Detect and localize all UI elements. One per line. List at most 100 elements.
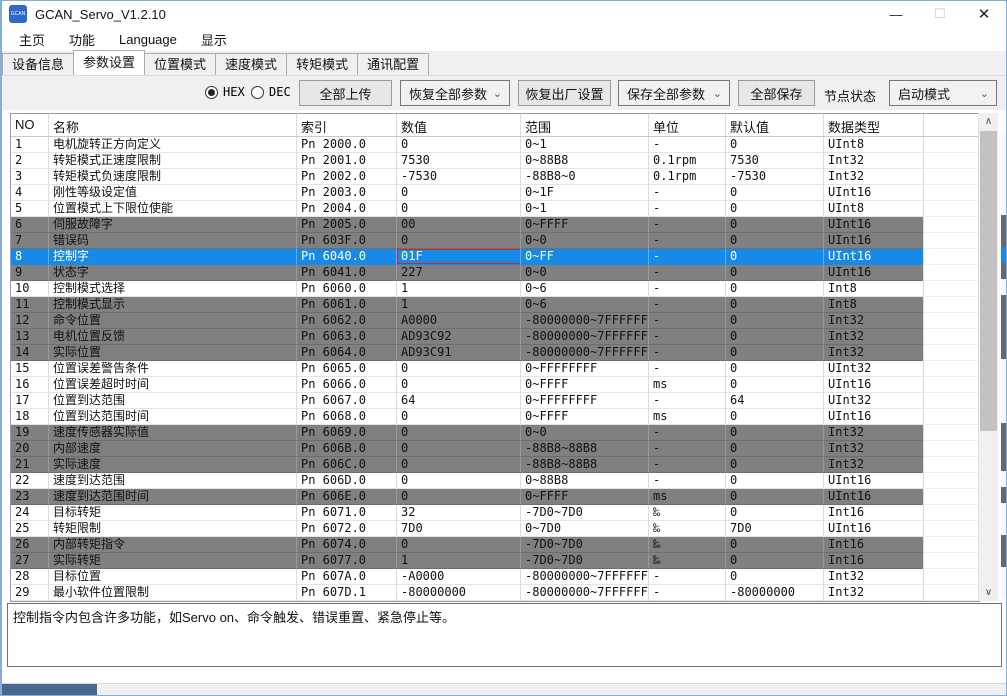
cell-name[interactable]: 转矩模式负速度限制 xyxy=(48,169,296,185)
table-row[interactable]: 17 位置到达范围 Pn 6067.0 64 0~FFFFFFFF - 64 U… xyxy=(11,393,979,409)
cell-value[interactable]: 0 xyxy=(396,185,520,201)
cell-name[interactable]: 伺服故障字 xyxy=(48,217,296,233)
cell-name[interactable]: 位置到达范围时间 xyxy=(48,409,296,425)
cell-value[interactable]: 0 xyxy=(396,377,520,393)
table-row[interactable]: 22 速度到达范围 Pn 606D.0 0 0~88B8 - 0 UInt16 xyxy=(11,473,979,489)
cell-default[interactable]: 0 xyxy=(725,297,823,313)
cell-unit[interactable]: - xyxy=(648,217,725,233)
cell-value[interactable]: 1 xyxy=(396,297,520,313)
cell-name[interactable]: 电机旋转正方向定义 xyxy=(48,137,296,153)
table-row[interactable]: 25 转矩限制 Pn 6072.0 7D0 0~7D0 ‰ 7D0 UInt16 xyxy=(11,521,979,537)
col-header-value[interactable]: 数值 xyxy=(396,114,520,136)
cell-index[interactable]: Pn 6063.0 xyxy=(296,329,396,345)
cell-unit[interactable]: ‰ xyxy=(648,537,725,553)
cell-name[interactable]: 电机位置反馈 xyxy=(48,329,296,345)
cell-datatype[interactable]: UInt16 xyxy=(823,217,923,233)
cell-value[interactable]: AD93C92 xyxy=(396,329,520,345)
cell-value[interactable]: 00 xyxy=(396,217,520,233)
cell-range[interactable]: -7D0~7D0 xyxy=(520,505,648,521)
cell-unit[interactable]: - xyxy=(648,265,725,281)
cell-datatype[interactable]: Int16 xyxy=(823,505,923,521)
cell-range[interactable]: 0~1F xyxy=(520,185,648,201)
cell-value[interactable]: 0 xyxy=(396,537,520,553)
cell-index[interactable]: Pn 6066.0 xyxy=(296,377,396,393)
tab-parameter-settings[interactable]: 参数设置 xyxy=(73,50,146,75)
cell-unit[interactable]: - xyxy=(648,345,725,361)
cell-range[interactable]: -80000000~7FFFFFFF xyxy=(520,313,648,329)
cell-datatype[interactable]: Int8 xyxy=(823,281,923,297)
cell-range[interactable]: 0~1 xyxy=(520,137,648,153)
cell-name[interactable]: 位置误差警告条件 xyxy=(48,361,296,377)
cell-no[interactable]: 26 xyxy=(11,537,48,553)
col-header-datatype[interactable]: 数据类型 xyxy=(823,114,923,136)
cell-name[interactable]: 位置到达范围 xyxy=(48,393,296,409)
table-row[interactable]: 3 转矩模式负速度限制 Pn 2002.0 -7530 -88B8~0 0.1r… xyxy=(11,169,979,185)
cell-value[interactable]: 0 xyxy=(396,409,520,425)
cell-default[interactable]: 0 xyxy=(725,537,823,553)
cell-default[interactable]: 0 xyxy=(725,265,823,281)
cell-default[interactable]: -80000000 xyxy=(725,585,823,601)
cell-datatype[interactable]: Int32 xyxy=(823,569,923,585)
table-row[interactable]: 26 内部转矩指令 Pn 6074.0 0 -7D0~7D0 ‰ 0 Int16 xyxy=(11,537,979,553)
cell-index[interactable]: Pn 6062.0 xyxy=(296,313,396,329)
cell-default[interactable]: 0 xyxy=(725,329,823,345)
cell-index[interactable]: Pn 606B.0 xyxy=(296,441,396,457)
table-row[interactable]: 16 位置误差超时时间 Pn 6066.0 0 0~FFFF ms 0 UInt… xyxy=(11,377,979,393)
table-row[interactable]: 11 控制模式显示 Pn 6061.0 1 0~6 - 0 Int8 xyxy=(11,297,979,313)
cell-name[interactable]: 控制模式选择 xyxy=(48,281,296,297)
cell-unit[interactable]: - xyxy=(648,569,725,585)
radio-dec[interactable]: DEC xyxy=(251,85,291,99)
cell-value[interactable]: 7530 xyxy=(396,153,520,169)
cell-value[interactable]: 64 xyxy=(396,393,520,409)
table-row[interactable]: 8 控制字 Pn 6040.0 01F 0~FF - 0 UInt16 xyxy=(11,249,979,265)
cell-range[interactable]: 0~FFFF xyxy=(520,489,648,505)
col-header-index[interactable]: 索引 xyxy=(296,114,396,136)
cell-default[interactable]: 0 xyxy=(725,233,823,249)
restore-all-params-select[interactable]: 恢复全部参数 ⌄ xyxy=(400,80,510,106)
cell-unit[interactable]: - xyxy=(648,249,725,265)
cell-value[interactable]: -80000000 xyxy=(396,585,520,601)
maximize-button[interactable]: ☐ xyxy=(918,1,962,27)
cell-index[interactable]: Pn 6040.0 xyxy=(296,249,396,265)
cell-datatype[interactable]: UInt16 xyxy=(823,473,923,489)
cell-name[interactable]: 速度到达范围时间 xyxy=(48,489,296,505)
cell-range[interactable]: 0~0 xyxy=(520,265,648,281)
cell-name[interactable]: 转矩模式正速度限制 xyxy=(48,153,296,169)
table-row[interactable]: 5 位置模式上下限位使能 Pn 2004.0 0 0~1 - 0 UInt8 xyxy=(11,201,979,217)
cell-unit[interactable]: - xyxy=(648,329,725,345)
cell-unit[interactable]: 0.1rpm xyxy=(648,169,725,185)
cell-index[interactable]: Pn 2001.0 xyxy=(296,153,396,169)
cell-range[interactable]: -7D0~7D0 xyxy=(520,553,648,569)
cell-unit[interactable]: - xyxy=(648,201,725,217)
cell-index[interactable]: Pn 6072.0 xyxy=(296,521,396,537)
scroll-up-icon[interactable]: ∧ xyxy=(979,113,998,130)
cell-index[interactable]: Pn 6077.0 xyxy=(296,553,396,569)
cell-default[interactable]: 0 xyxy=(725,473,823,489)
cell-value[interactable]: -A0000 xyxy=(396,569,520,585)
tab-position-mode[interactable]: 位置模式 xyxy=(144,53,217,75)
cell-default[interactable]: 7D0 xyxy=(725,521,823,537)
cell-range[interactable]: 0~FFFF xyxy=(520,377,648,393)
cell-value[interactable]: AD93C91 xyxy=(396,345,520,361)
cell-unit[interactable]: - xyxy=(648,297,725,313)
cell-default[interactable]: 0 xyxy=(725,569,823,585)
cell-unit[interactable]: ms xyxy=(648,489,725,505)
cell-index[interactable]: Pn 606D.0 xyxy=(296,473,396,489)
cell-range[interactable]: 0~0 xyxy=(520,425,648,441)
cell-no[interactable]: 22 xyxy=(11,473,48,489)
table-row[interactable]: 13 电机位置反馈 Pn 6063.0 AD93C92 -80000000~7F… xyxy=(11,329,979,345)
cell-value[interactable]: 0 xyxy=(396,489,520,505)
table-row[interactable]: 6 伺服故障字 Pn 2005.0 00 0~FFFF - 0 UInt16 xyxy=(11,217,979,233)
radio-dec-circle[interactable] xyxy=(251,85,264,99)
cell-datatype[interactable]: Int32 xyxy=(823,153,923,169)
cell-index[interactable]: Pn 6061.0 xyxy=(296,297,396,313)
cell-range[interactable]: 0~FFFF xyxy=(520,409,648,425)
cell-datatype[interactable]: Int32 xyxy=(823,585,923,601)
cell-range[interactable]: 0~6 xyxy=(520,297,648,313)
col-header-range[interactable]: 范围 xyxy=(520,114,648,136)
cell-unit[interactable]: - xyxy=(648,585,725,601)
cell-datatype[interactable]: UInt16 xyxy=(823,521,923,537)
cell-value[interactable]: 0 xyxy=(396,361,520,377)
cell-no[interactable]: 1 xyxy=(11,137,48,153)
cell-default[interactable]: -7530 xyxy=(725,169,823,185)
